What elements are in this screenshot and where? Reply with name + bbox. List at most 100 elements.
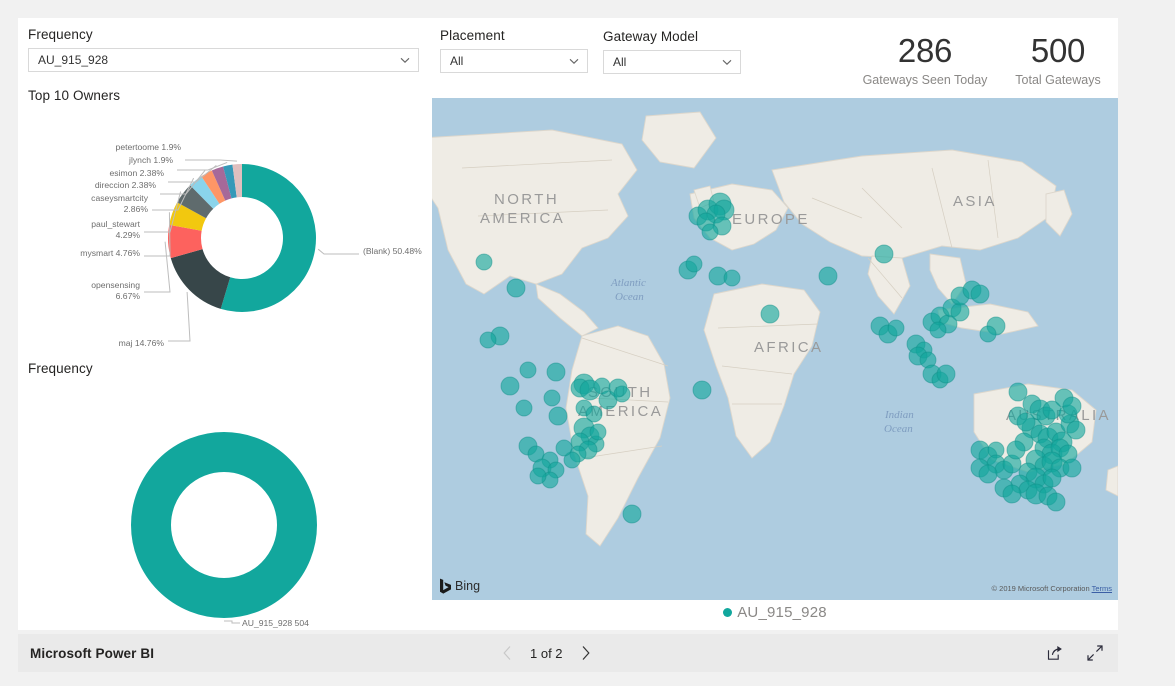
kpi-gateways-seen-today-label: Gateways Seen Today	[862, 73, 988, 87]
map-gateway-bubble[interactable]	[506, 278, 526, 298]
slicer-placement-label: Placement	[440, 28, 505, 43]
map-gateway-bubble[interactable]	[622, 504, 642, 524]
map-gateway-bubble[interactable]	[519, 361, 537, 379]
map-canvas[interactable]: NORTHAMERICASOUTHAMERICAEUROPEAFRICAASIA…	[432, 98, 1118, 600]
owners-label-leader-line	[168, 291, 191, 342]
owners-donut-chart[interactable]: (Blank) 50.48% maj 14.76% opensensing 6.67%…	[18, 106, 432, 356]
map-gateway-bubble[interactable]	[546, 362, 566, 382]
map-gateway-bubble[interactable]	[936, 364, 956, 384]
report-footer: Microsoft Power BI 1 of 2	[18, 634, 1118, 672]
map-gateway-bubble[interactable]	[1008, 382, 1028, 402]
owners-data-label: (Blank) 50.48%	[363, 246, 422, 256]
map-region-label: AFRICA	[754, 339, 823, 356]
map-gateway-bubble[interactable]	[760, 304, 780, 324]
slicer-frequency: Frequency AU_915_928	[28, 27, 419, 72]
chevron-down-icon	[567, 54, 581, 68]
slicer-gateway-model-dropdown[interactable]: All	[603, 50, 741, 74]
map-terms-link[interactable]: Terms	[1092, 584, 1112, 593]
map-gateway-bubble[interactable]	[543, 389, 561, 407]
map-gateway-bubble[interactable]	[1016, 412, 1036, 432]
map-gateway-bubble[interactable]	[970, 284, 990, 304]
map-gateway-bubble[interactable]	[529, 467, 547, 485]
map-region-label: ASIA	[953, 193, 997, 210]
owners-data-label: esimon 2.38%	[110, 168, 165, 178]
map-gateway-bubble[interactable]	[887, 319, 905, 337]
legend-color-dot	[723, 608, 733, 617]
map-gateway-bubble[interactable]	[692, 380, 712, 400]
kpi-gateways-seen-today-value: 286	[897, 32, 953, 69]
slicer-gateway-model-value: All	[613, 55, 627, 69]
map-gateway-bubble[interactable]	[589, 423, 607, 441]
gateway-map[interactable]: NORTHAMERICASOUTHAMERICAEUROPEAFRICAASIA…	[432, 98, 1118, 630]
map-gateway-bubble[interactable]	[818, 266, 838, 286]
map-gateway-bubble[interactable]	[1042, 468, 1062, 488]
owners-data-label: maj 14.76%	[119, 338, 165, 348]
frequency-data-label: AU_915_928 504	[242, 618, 309, 628]
map-copyright-text: © 2019 Microsoft Corporation	[991, 584, 1090, 593]
map-gateway-bubble[interactable]	[1006, 440, 1026, 460]
owners-data-label: mysmart 4.76%	[80, 248, 140, 258]
slicer-gateway-model: Gateway Model All	[603, 29, 741, 74]
map-gateway-bubble[interactable]	[500, 376, 520, 396]
frequency-donut-slice[interactable]	[131, 432, 317, 618]
map-gateway-bubble[interactable]	[479, 331, 497, 349]
frequency-label-leader-line	[224, 620, 240, 624]
map-gateway-bubble[interactable]	[1002, 484, 1022, 504]
map-gateway-bubble[interactable]	[1046, 492, 1066, 512]
map-landmass	[1105, 465, 1118, 497]
powerbi-brand: Microsoft Power BI	[30, 645, 155, 661]
owners-label-leader-line	[144, 241, 171, 293]
owners-data-label: opensensing 6.67%	[91, 280, 140, 301]
share-button[interactable]	[1046, 644, 1064, 662]
map-gateway-bubble[interactable]	[978, 464, 998, 484]
page-navigation: 1 of 2	[498, 643, 595, 663]
previous-page-button[interactable]	[498, 643, 516, 663]
map-gateway-bubble[interactable]	[548, 406, 568, 426]
share-icon	[1047, 646, 1062, 660]
map-landmass	[641, 111, 717, 169]
map-gateway-bubble[interactable]	[1062, 458, 1082, 478]
chevron-left-icon	[502, 646, 510, 660]
map-gateway-bubble[interactable]	[613, 385, 631, 403]
owners-data-label: caseysmartcity 2.86%	[91, 193, 149, 214]
owners-data-label: paul_stewart 4.29%	[91, 219, 140, 240]
map-gateway-bubble[interactable]	[929, 321, 947, 339]
map-gateway-bubble[interactable]	[475, 253, 493, 271]
map-region-label: EUROPE	[732, 211, 810, 228]
owners-label-leader-line	[185, 159, 238, 162]
map-region-label: AMERICA	[480, 210, 565, 227]
map-gateway-bubble[interactable]	[874, 244, 894, 264]
map-gateway-bubble[interactable]	[685, 255, 703, 273]
map-ocean-label: Ocean	[615, 291, 644, 303]
map-gateway-bubble[interactable]	[1062, 396, 1082, 416]
map-legend: AU_915_928	[432, 604, 1118, 621]
slicer-frequency-value: AU_915_928	[38, 53, 109, 67]
map-gateway-bubble[interactable]	[723, 269, 741, 287]
map-gateway-bubble[interactable]	[1066, 420, 1086, 440]
slicer-placement-dropdown[interactable]: All	[440, 49, 588, 73]
frequency-donut-chart[interactable]: AU_915_928 504	[18, 378, 432, 630]
map-ocean-label: Atlantic	[610, 277, 646, 289]
owners-donut-slice[interactable]	[170, 249, 231, 309]
report-canvas: Frequency AU_915_928 Placement All Gatew…	[18, 18, 1118, 630]
map-gateway-bubble[interactable]	[979, 325, 997, 343]
kpi-total-gateways-label: Total Gateways	[1015, 73, 1101, 87]
kpi-gateways-seen-today[interactable]: 286 Gateways Seen Today	[845, 31, 1005, 87]
map-attribution: © 2019 Microsoft Corporation Terms	[992, 584, 1112, 593]
chevron-right-icon	[582, 646, 590, 660]
fullscreen-button[interactable]	[1086, 644, 1104, 662]
map-gateway-bubble[interactable]	[701, 223, 719, 241]
kpi-total-gateways[interactable]: 500 Total Gateways	[1003, 31, 1113, 87]
slicer-placement: Placement All	[440, 28, 588, 73]
map-gateway-bubble[interactable]	[555, 439, 573, 457]
map-gateway-bubble[interactable]	[950, 302, 970, 322]
next-page-button[interactable]	[577, 643, 595, 663]
map-landmass	[1045, 189, 1073, 237]
map-gateway-bubble[interactable]	[515, 399, 533, 417]
map-landmass	[867, 255, 911, 315]
chevron-down-icon	[398, 53, 412, 67]
slicer-frequency-dropdown[interactable]: AU_915_928	[28, 48, 419, 72]
owners-chart-title: Top 10 Owners	[28, 88, 121, 103]
slicer-frequency-label: Frequency	[28, 27, 93, 42]
map-landmass	[771, 149, 1057, 259]
